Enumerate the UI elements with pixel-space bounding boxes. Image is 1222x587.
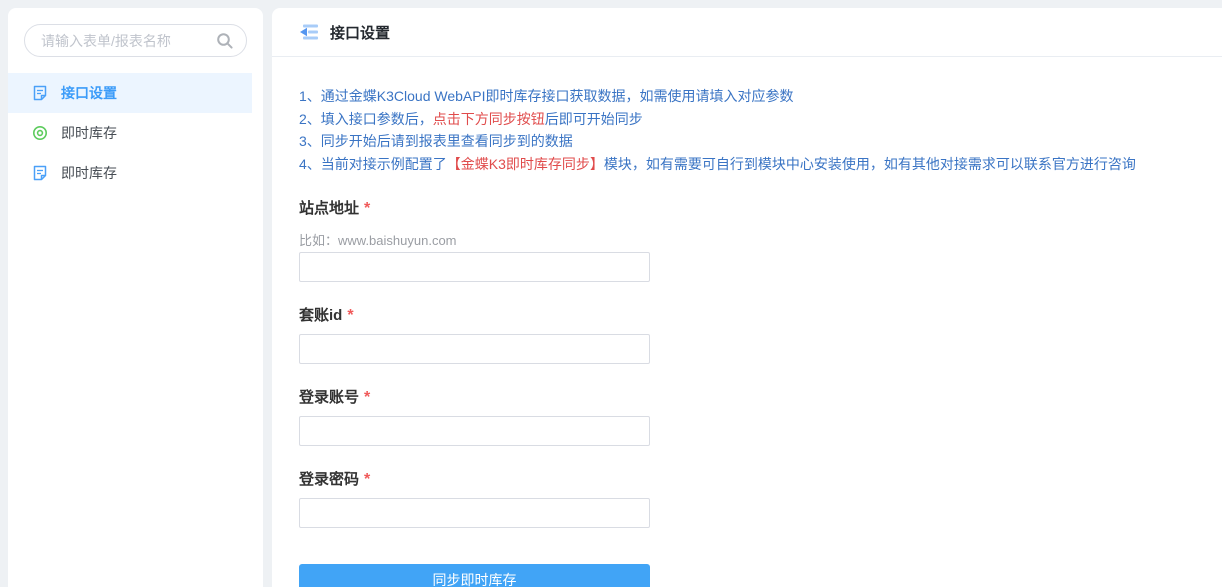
- target-icon: [32, 125, 48, 141]
- collapse-menu-icon[interactable]: [299, 23, 319, 41]
- instructions: 1、通过金蝶K3Cloud WebAPI即时库存接口获取数据，如需使用请填入对应…: [299, 85, 1195, 175]
- page-title: 接口设置: [330, 22, 390, 43]
- field-label: 登录密码: [299, 471, 359, 488]
- field-hint: 比如：www.baishuyun.com: [299, 230, 650, 249]
- field-label: 登录账号: [299, 389, 359, 406]
- sidebar-item-label: 即时库存: [61, 163, 117, 183]
- account-set-id-input[interactable]: [299, 334, 650, 364]
- field-site-address: 站点地址 * 比如：www.baishuyun.com: [299, 197, 650, 282]
- field-account-set-id: 套账id *: [299, 304, 650, 364]
- sidebar: 接口设置 即时库存 即时库存: [8, 8, 263, 587]
- sidebar-item-label: 接口设置: [61, 83, 117, 103]
- sidebar-menu: 接口设置 即时库存 即时库存: [8, 73, 263, 193]
- instruction-line: 1、通过金蝶K3Cloud WebAPI即时库存接口获取数据，如需使用请填入对应…: [299, 85, 1195, 108]
- instruction-line: 2、填入接口参数后，点击下方同步按钮后即可开始同步: [299, 108, 1195, 131]
- required-asterisk: *: [364, 200, 370, 217]
- sidebar-item-label: 即时库存: [61, 123, 117, 143]
- login-account-input[interactable]: [299, 416, 650, 446]
- sidebar-item-realtime-inventory-report[interactable]: 即时库存: [8, 113, 252, 153]
- document-icon: [32, 165, 48, 181]
- main-content: 1、通过金蝶K3Cloud WebAPI即时库存接口获取数据，如需使用请填入对应…: [272, 57, 1222, 587]
- sidebar-search: [24, 24, 247, 57]
- main-header: 接口设置: [272, 8, 1222, 57]
- document-icon: [32, 85, 48, 101]
- sidebar-item-realtime-inventory-form[interactable]: 即时库存: [8, 153, 252, 193]
- field-label: 套账id: [299, 307, 342, 324]
- main-panel: 接口设置 1、通过金蝶K3Cloud WebAPI即时库存接口获取数据，如需使用…: [272, 8, 1222, 587]
- sidebar-item-interface-settings[interactable]: 接口设置: [8, 73, 252, 113]
- required-asterisk: *: [364, 471, 370, 488]
- search-icon[interactable]: [216, 32, 234, 50]
- field-login-account: 登录账号 *: [299, 386, 650, 446]
- field-login-password: 登录密码 *: [299, 468, 650, 528]
- login-password-input[interactable]: [299, 498, 650, 528]
- required-asterisk: *: [364, 389, 370, 406]
- search-input[interactable]: [24, 24, 247, 57]
- required-asterisk: *: [347, 307, 353, 324]
- site-address-input[interactable]: [299, 252, 650, 282]
- instruction-line: 4、当前对接示例配置了【金蝶K3即时库存同步】模块，如有需要可自行到模块中心安装…: [299, 153, 1195, 176]
- sync-inventory-button[interactable]: 同步即时库存: [299, 564, 650, 587]
- field-label: 站点地址: [299, 200, 359, 217]
- instruction-line: 3、同步开始后请到报表里查看同步到的数据: [299, 130, 1195, 153]
